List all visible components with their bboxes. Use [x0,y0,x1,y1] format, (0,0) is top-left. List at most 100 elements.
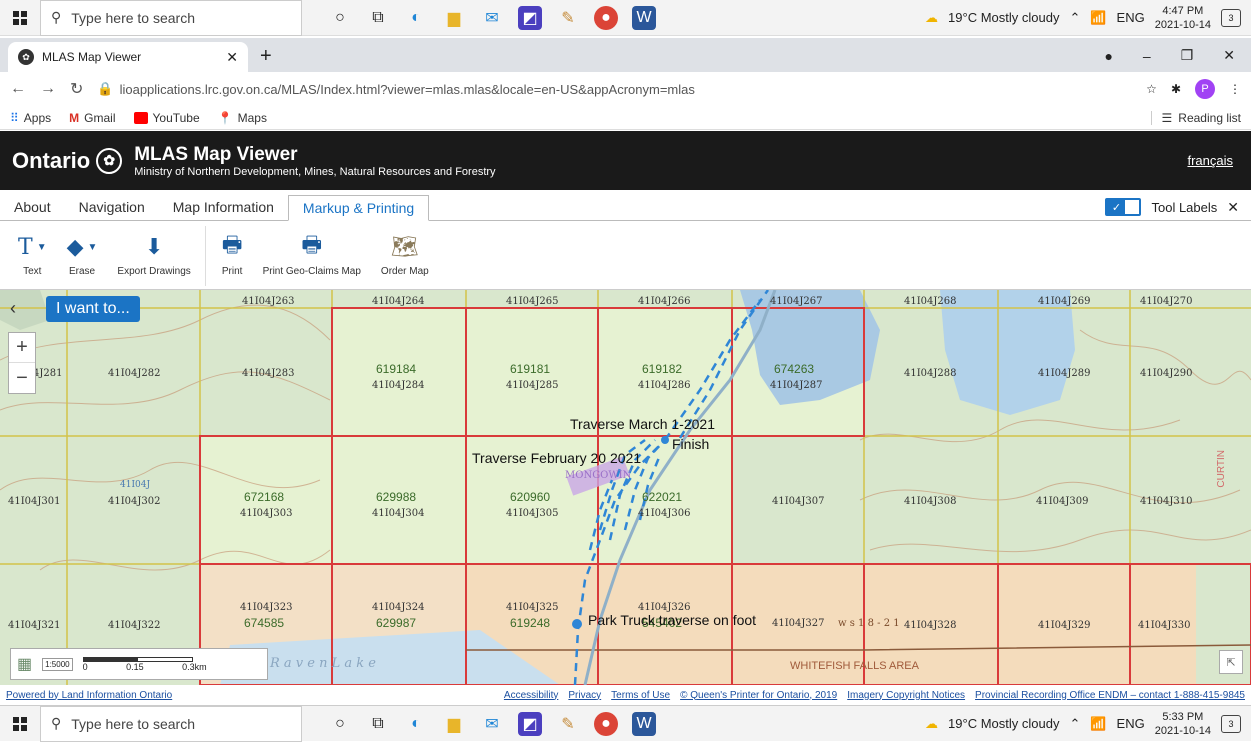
mail-icon[interactable]: ✉ [480,6,504,30]
youtube-icon [133,111,148,124]
export-drawings-tool[interactable]: ⬇ Export Drawings [109,234,198,277]
language-indicator[interactable]: ENG [1117,10,1145,25]
annotation-park-truck[interactable]: Park Truck traverse on foot [588,612,756,628]
cell-label: 41I04J309 [1036,496,1089,507]
language-indicator[interactable]: ENG [1117,716,1145,731]
app-icon[interactable]: ◩ [518,5,542,30]
reading-list[interactable]: ☰ Reading list [1150,110,1241,125]
tab-about[interactable]: About [0,194,65,220]
word-icon[interactable]: W [632,5,656,30]
start-button[interactable] [0,706,40,742]
chevron-up-icon[interactable]: ⌃ [1069,716,1080,732]
print-tool[interactable]: 🖶 Print [214,232,251,277]
tab-navigation[interactable]: Navigation [65,194,159,220]
minimize-icon[interactable]: – [1143,48,1151,64]
cell-label: 41I04J290 [1140,368,1193,379]
tab-map-information[interactable]: Map Information [159,194,288,220]
file-explorer-icon[interactable]: ▆ [442,712,466,736]
cell-label: 41I04J265 [506,296,559,307]
language-link[interactable]: français [1187,153,1233,168]
bookmark-gmail[interactable]: M Gmail [69,111,115,125]
close-tab-icon[interactable]: ✕ [226,49,238,66]
tool-labels-toggle[interactable]: ✓ [1105,198,1142,216]
taskbar-search[interactable]: ⚲ Type here to search [40,0,302,36]
zoom-out-button[interactable]: − [9,363,35,393]
edge-icon[interactable]: ◐ [404,712,428,736]
url-field[interactable]: 🔒 lioapplications.lrc.gov.on.ca/MLAS/Inde… [97,75,1132,103]
bookmark-youtube[interactable]: YouTube [133,111,200,125]
collapse-panel-icon[interactable]: ‹ [10,298,16,319]
claim-number: 672168 [244,490,285,504]
parcel-label: w s 1 8 - 2 1 [838,618,900,629]
task-view-icon[interactable]: ⧉ [366,6,390,30]
recording-office-link[interactable]: Provincial Recording Office ENDM – conta… [975,690,1245,701]
accessibility-link[interactable]: Accessibility [504,690,558,701]
erase-tool[interactable]: ◆ ▼ Erase [59,234,106,277]
restore-icon[interactable]: ❐ [1181,47,1194,64]
copyright-link[interactable]: © Queen's Printer for Ontario, 2019 [680,690,837,701]
bookmark-apps[interactable]: ⠿ Apps [10,111,51,125]
star-icon[interactable]: ☆ [1146,82,1157,96]
ontario-logo[interactable]: Ontario ✿ [12,147,123,174]
annotation-traverse-feb[interactable]: Traverse February 20 2021 [472,450,641,466]
chevron-up-icon[interactable]: ⌃ [1069,10,1080,26]
i-want-to-button[interactable]: I want to... [46,296,140,322]
annotation-traverse-march[interactable]: Traverse March 1-2021 [570,416,715,432]
map-canvas[interactable]: 41I04J263 41I04J264 41I04J265 41I04J266 … [0,290,1251,685]
tab-markup-printing[interactable]: Markup & Printing [287,195,430,221]
network-icon[interactable]: 📶 [1090,10,1106,26]
back-icon[interactable]: ← [10,80,26,98]
claim-number: 622021 [642,490,683,504]
chrome-icon[interactable]: ● [594,711,618,736]
weather-text[interactable]: 19°C Mostly cloudy [948,716,1059,731]
text-tool[interactable]: T ▼ Text [10,234,55,278]
clock[interactable]: 4:47 PM 2021-10-14 [1155,4,1211,32]
zoom-in-button[interactable]: + [9,333,35,363]
claim-number: 619184 [376,362,417,376]
basemap-toggle-icon[interactable]: ▦ [17,654,32,674]
privacy-link[interactable]: Privacy [568,690,601,701]
print-geo-claims-tool[interactable]: 🖶 Print Geo-Claims Map [255,232,369,277]
paint-icon[interactable]: ✎ [556,6,580,30]
imagery-link[interactable]: Imagery Copyright Notices [847,690,965,701]
cell-label: 41I04J330 [1138,620,1191,631]
cortana-icon[interactable]: ○ [328,712,352,736]
extensions-icon[interactable]: ✱ [1171,82,1181,96]
bookmark-maps[interactable]: 📍 Maps [218,111,267,125]
start-button[interactable] [0,0,40,36]
close-panel-icon[interactable]: ✕ [1227,199,1239,216]
reload-icon[interactable]: ↻ [70,79,83,99]
claim-number: 674263 [774,362,815,376]
cortana-icon[interactable]: ○ [328,6,352,30]
task-view-icon[interactable]: ⧉ [366,712,390,736]
cell-label: 41I04J285 [506,380,559,391]
file-explorer-icon[interactable]: ▆ [442,6,466,30]
notification-icon[interactable]: 3 [1221,8,1241,27]
cell-label: 41I04J323 [240,602,293,613]
network-icon[interactable]: 📶 [1090,716,1106,732]
mail-icon[interactable]: ✉ [480,712,504,736]
annotation-finish[interactable]: Finish [672,436,709,452]
cell-label: 41I04J328 [904,620,957,631]
powered-by-link[interactable]: Powered by Land Information Ontario [6,690,172,701]
forward-icon[interactable]: → [40,80,56,98]
extension-icon[interactable]: ● [1104,48,1112,64]
notification-icon[interactable]: 3 [1221,714,1241,733]
profile-avatar[interactable]: P [1195,79,1215,99]
edge-icon[interactable]: ◐ [404,6,428,30]
app-icon[interactable]: ◩ [518,711,542,736]
menu-icon[interactable]: ⋮ [1229,82,1241,96]
close-window-icon[interactable]: ✕ [1223,47,1235,64]
browser-tab[interactable]: ✿ MLAS Map Viewer ✕ [8,42,248,72]
taskbar-search[interactable]: ⚲ Type here to search [40,705,302,742]
weather-text[interactable]: 19°C Mostly cloudy [948,10,1059,25]
paint-icon[interactable]: ✎ [556,712,580,736]
order-map-tool[interactable]: 🗺 Order Map [373,234,437,277]
word-icon[interactable]: W [632,711,656,736]
chrome-icon[interactable]: ● [594,5,618,30]
clock[interactable]: 5:33 PM 2021-10-14 [1155,710,1211,738]
terms-link[interactable]: Terms of Use [611,690,670,701]
new-tab-button[interactable]: + [260,45,272,68]
expand-map-icon[interactable]: ⇱ [1219,650,1243,674]
app-subtitle: Ministry of Northern Development, Mines,… [134,165,496,178]
